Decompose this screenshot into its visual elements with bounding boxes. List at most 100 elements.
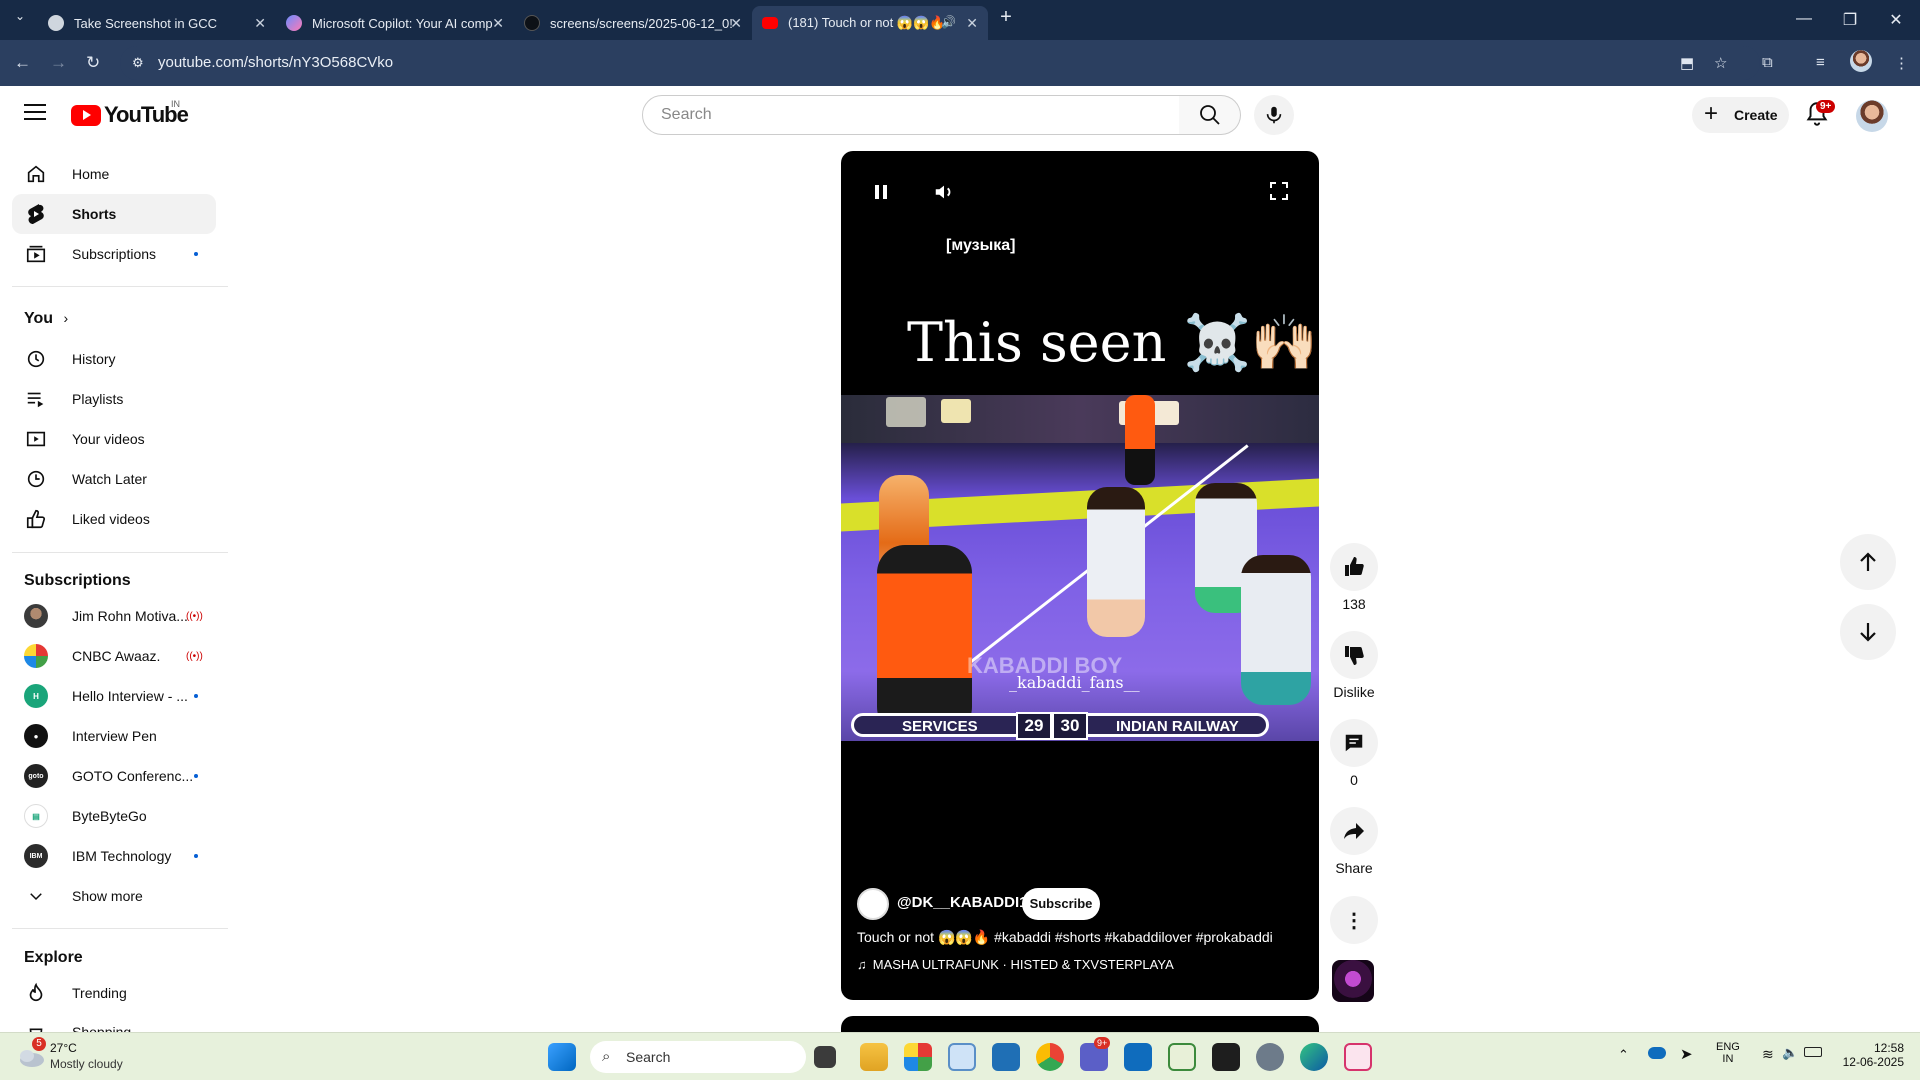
subscription-item[interactable]: goto GOTO Conferenc... <box>12 756 216 796</box>
chrome-icon[interactable] <box>1036 1043 1064 1071</box>
bookmark-star-icon[interactable]: ☆ <box>1714 54 1727 72</box>
close-tab-icon[interactable]: ✕ <box>966 15 978 32</box>
sidebar-item-history[interactable]: History <box>12 339 216 379</box>
search-input[interactable]: Search <box>642 95 1180 135</box>
sidebar-item-liked-videos[interactable]: Liked videos <box>12 499 216 539</box>
shorts-player[interactable]: [музыка] This seen ☠️🙌🏻 KABADDI BOY _kab… <box>841 151 1319 1000</box>
browser-tab-2[interactable]: Microsoft Copilot: Your AI comp ✕ <box>276 6 514 40</box>
sidebar-item-playlists[interactable]: Playlists <box>12 379 216 419</box>
minimize-icon[interactable]: — <box>1794 10 1814 28</box>
tab-title: (181) Touch or not 😱😱🔥 <box>788 15 944 30</box>
channel-avatar[interactable] <box>857 888 889 920</box>
extensions-icon[interactable]: ⧉ <box>1762 54 1773 71</box>
youtube-logo[interactable]: YouTube IN <box>71 99 189 128</box>
tab-title: Microsoft Copilot: Your AI comp <box>312 15 493 31</box>
sidebar-item-home[interactable]: Home <box>12 154 216 194</box>
windows-start-icon[interactable] <box>548 1043 576 1071</box>
pause-button[interactable] <box>871 182 891 207</box>
weather-temp: 27°C <box>50 1041 77 1055</box>
terminal-icon[interactable] <box>1212 1043 1240 1071</box>
media-control-icon[interactable]: ≡ <box>1816 54 1825 71</box>
store-app-icon[interactable] <box>904 1043 932 1071</box>
clock[interactable]: 12:58 12-06-2025 <box>1843 1041 1904 1069</box>
site-info-icon[interactable]: ⚙ <box>132 46 144 80</box>
fullscreen-icon <box>1270 182 1288 200</box>
volume-button[interactable] <box>933 181 955 208</box>
subscribe-button[interactable]: Subscribe <box>1022 888 1100 920</box>
subscription-item[interactable]: IBM IBM Technology <box>12 836 216 876</box>
audio-playing-icon[interactable]: 🔊 <box>941 15 956 29</box>
new-tab-icon[interactable]: + <box>996 6 1016 29</box>
share-button[interactable] <box>1330 807 1378 855</box>
dislike-button[interactable] <box>1330 631 1378 679</box>
audio-source-thumbnail[interactable] <box>1332 960 1374 1002</box>
hamburger-menu-icon[interactable] <box>24 104 46 125</box>
tab-title: Take Screenshot in GCC <box>74 15 218 31</box>
onedrive-icon[interactable] <box>1648 1047 1666 1059</box>
subscription-item[interactable]: H Hello Interview - ... <box>12 676 216 716</box>
like-button[interactable] <box>1330 543 1378 591</box>
reload-icon[interactable]: ↻ <box>86 53 100 73</box>
settings-gear-icon[interactable] <box>1256 1043 1284 1071</box>
sidebar-item-trending[interactable]: Trending <box>12 973 216 1013</box>
you-heading-label: You <box>24 310 54 327</box>
notes-app-icon[interactable] <box>1168 1043 1196 1071</box>
close-tab-icon[interactable]: ✕ <box>254 15 266 32</box>
subscription-item[interactable]: ● Interview Pen <box>12 716 216 756</box>
speaker-icon[interactable]: 🔈 <box>1782 1045 1798 1061</box>
outlook-icon[interactable] <box>1124 1043 1152 1071</box>
battery-icon[interactable] <box>1804 1047 1822 1057</box>
close-tab-icon[interactable]: ✕ <box>492 15 504 32</box>
show-more-button[interactable]: Show more <box>12 876 216 916</box>
location-icon[interactable]: ➤ <box>1680 1045 1693 1063</box>
forward-icon[interactable]: → <box>50 53 67 73</box>
music-track[interactable]: ♫ MASHA ULTRAFUNK · HISTED & TXVSTERPLAYA <box>857 957 1174 972</box>
divider <box>12 928 228 929</box>
create-button[interactable]: + Create <box>1692 97 1789 133</box>
close-window-icon[interactable]: ✕ <box>1886 10 1906 30</box>
address-bar[interactable]: ⚙ youtube.com/shorts/nY3O568CVko <box>120 46 1760 80</box>
taskbar-search[interactable]: ⌕ Search <box>590 1041 806 1073</box>
browser-profile-avatar[interactable] <box>1850 50 1872 72</box>
edge-icon[interactable] <box>1300 1043 1328 1071</box>
chevron-up-icon[interactable]: ⌃ <box>1618 1047 1629 1063</box>
sidebar-item-shorts[interactable]: Shorts <box>12 194 216 234</box>
monitor-app-icon[interactable] <box>992 1043 1020 1071</box>
account-avatar[interactable] <box>1856 100 1888 132</box>
next-short-button[interactable] <box>1840 604 1896 660</box>
taskbar-search-label: Search <box>626 1049 671 1065</box>
clock-time: 12:58 <box>1873 1041 1904 1055</box>
sidebar-item-subscriptions[interactable]: Subscriptions <box>12 234 216 274</box>
subscription-item[interactable]: CNBC Awaaz. ((•)) <box>12 636 216 676</box>
browser-tab-4-active[interactable]: (181) Touch or not 😱😱🔥 🔊 ✕ <box>752 6 988 40</box>
file-explorer-icon[interactable] <box>860 1043 888 1071</box>
search-button[interactable] <box>1179 95 1241 135</box>
comments-button[interactable] <box>1330 719 1378 767</box>
install-app-icon[interactable]: ⬒ <box>1680 54 1694 72</box>
restore-icon[interactable]: ❐ <box>1840 10 1860 30</box>
fullscreen-button[interactable] <box>1269 181 1289 206</box>
channel-handle[interactable]: @DK__KABADDI10 <box>897 894 1036 911</box>
browser-menu-icon[interactable]: ⋮ <box>1894 54 1909 72</box>
sidebar-item-shopping[interactable]: Shopping <box>12 1013 216 1032</box>
snipping-tool-icon[interactable] <box>1344 1043 1372 1071</box>
task-view-icon[interactable] <box>814 1046 836 1068</box>
back-icon[interactable]: ← <box>14 53 31 73</box>
you-section-heading[interactable]: You › <box>24 310 68 328</box>
language-indicator[interactable]: ENG IN <box>1716 1041 1740 1065</box>
tab-search-icon[interactable]: ⌄ <box>10 9 30 23</box>
browser-tab-1[interactable]: Take Screenshot in GCC ✕ <box>38 6 276 40</box>
voice-search-button[interactable] <box>1254 95 1294 135</box>
sidebar-item-label: Subscriptions <box>72 246 157 262</box>
more-options-button[interactable]: ⋮ <box>1330 896 1378 944</box>
wifi-icon[interactable]: ≋ <box>1762 1046 1774 1063</box>
browser-tab-3[interactable]: screens/screens/2025-06-12_0! ✕ <box>514 6 752 40</box>
sidebar-item-watch-later[interactable]: Watch Later <box>12 459 216 499</box>
sidebar-item-your-videos[interactable]: Your videos <box>12 419 216 459</box>
subscription-item[interactable]: ▤ ByteByteGo <box>12 796 216 836</box>
sidebar-item-label: Your videos <box>72 431 145 447</box>
previous-short-button[interactable] <box>1840 534 1896 590</box>
window-app-icon[interactable] <box>948 1043 976 1071</box>
close-tab-icon[interactable]: ✕ <box>730 15 742 32</box>
subscription-item[interactable]: Jim Rohn Motiva... ((•)) <box>12 596 216 636</box>
